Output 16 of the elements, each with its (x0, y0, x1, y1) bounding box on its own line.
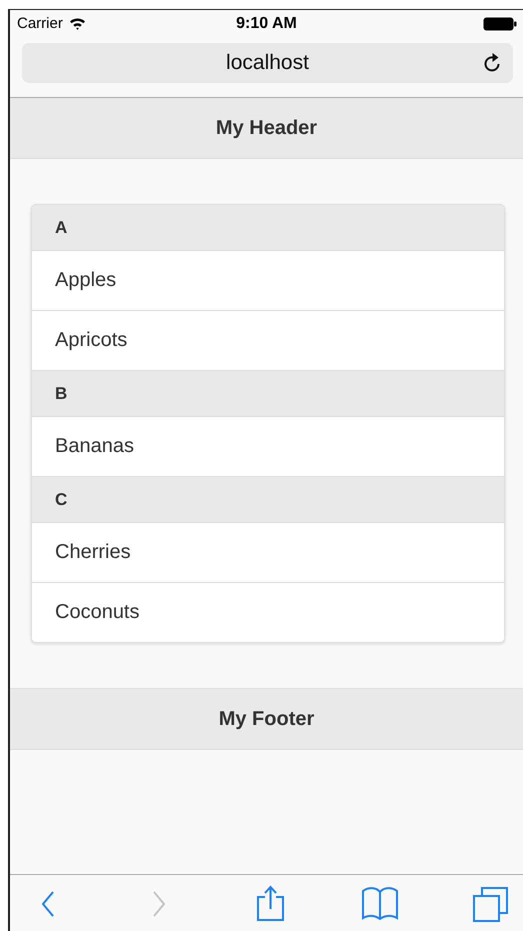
carrier-label: Carrier (17, 15, 63, 32)
chevron-left-icon (42, 890, 54, 916)
status-time: 9:10 AM (236, 15, 297, 32)
list-item[interactable]: Coconuts (32, 583, 504, 642)
book-icon (360, 884, 400, 922)
wifi-icon (68, 17, 86, 30)
chevron-right-icon (152, 890, 165, 916)
page-footer: My Footer (10, 688, 523, 750)
squares-icon (471, 884, 511, 922)
page-header: My Header (10, 98, 523, 159)
list-item[interactable]: Cherries (32, 523, 504, 583)
list-item[interactable]: Apples (32, 251, 504, 311)
battery-icon (483, 16, 517, 30)
address-bar[interactable]: localhost (22, 43, 513, 83)
list-item[interactable]: Bananas (32, 417, 504, 477)
list-item[interactable]: Apricots (32, 311, 504, 371)
